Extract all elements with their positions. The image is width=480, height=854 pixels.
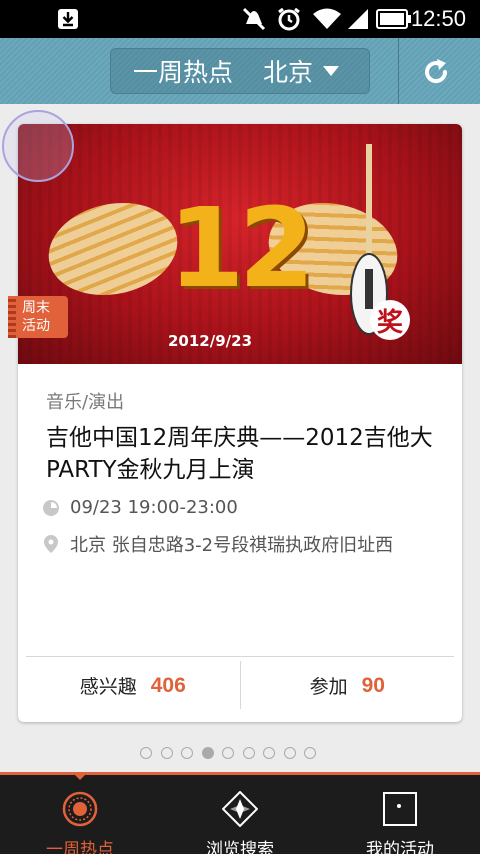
pager-dots bbox=[140, 747, 325, 759]
prize-badge: 奖 bbox=[370, 300, 410, 340]
nav-label-hot: 一周热点 bbox=[46, 840, 114, 854]
weekend-tag: 周末 活动 bbox=[8, 296, 68, 338]
join-button[interactable]: 参加 90 bbox=[241, 657, 455, 714]
pager-dot[interactable] bbox=[160, 747, 173, 759]
bottom-nav: 一周热点 浏览搜索 我的活动 bbox=[0, 772, 480, 854]
poster-number: 12 bbox=[168, 184, 315, 312]
clock-icon bbox=[42, 499, 60, 517]
status-bar: 12:50 bbox=[0, 0, 480, 38]
join-label: 参加 bbox=[309, 676, 348, 698]
compass-icon bbox=[222, 791, 258, 827]
pager-dot[interactable] bbox=[242, 747, 255, 759]
touch-indicator bbox=[2, 110, 74, 182]
pager-dot[interactable] bbox=[283, 747, 296, 759]
pager-dot[interactable] bbox=[222, 747, 234, 759]
weekend-tag-line2: 活动 bbox=[22, 318, 50, 334]
muted-icon bbox=[240, 6, 268, 32]
pager-dot[interactable] bbox=[181, 747, 193, 759]
nav-label-browse: 浏览搜索 bbox=[206, 840, 274, 854]
my-activity-icon bbox=[382, 791, 418, 827]
interested-count: 406 bbox=[150, 673, 186, 697]
event-stats: 感兴趣 406 参加 90 bbox=[26, 656, 454, 714]
nav-item-browse[interactable]: 浏览搜索 bbox=[160, 775, 320, 854]
header-divider bbox=[398, 38, 399, 104]
weekend-tag-line1: 周末 bbox=[22, 300, 50, 316]
city-selector[interactable]: 一周热点 北京 bbox=[110, 48, 370, 94]
hot-icon bbox=[62, 791, 98, 827]
event-category: 音乐/演出 bbox=[46, 392, 125, 413]
interested-label: 感兴趣 bbox=[79, 676, 137, 698]
event-poster[interactable]: 12 2012/9/23 奖 bbox=[18, 124, 462, 364]
location-pin-icon bbox=[42, 535, 60, 553]
refresh-button[interactable] bbox=[416, 52, 456, 92]
event-time-row: 09/23 19:00-23:00 bbox=[42, 497, 238, 518]
dropdown-caret-icon bbox=[323, 66, 340, 76]
event-card[interactable]: 12 2012/9/23 奖 周末 活动 音乐/演出 吉他中国12周年庆典——2… bbox=[8, 124, 462, 722]
city-label: 北京 bbox=[263, 58, 314, 87]
interested-button[interactable]: 感兴趣 406 bbox=[26, 657, 240, 714]
nav-item-hot[interactable]: 一周热点 bbox=[0, 772, 160, 854]
refresh-icon bbox=[425, 59, 448, 84]
status-time: 12:50 bbox=[410, 6, 466, 31]
nav-item-my-activity[interactable]: 我的活动 bbox=[320, 775, 480, 854]
wifi-icon bbox=[312, 6, 342, 32]
pager-dot[interactable] bbox=[304, 747, 316, 759]
signal-icon bbox=[346, 6, 370, 32]
event-time: 09/23 19:00-23:00 bbox=[70, 497, 238, 518]
event-address-row: 北京 张自忠路3-2号段祺瑞执政府旧址西 bbox=[42, 531, 393, 557]
pager-dot[interactable] bbox=[140, 747, 152, 759]
download-icon bbox=[56, 6, 80, 32]
nav-label-my-activity: 我的活动 bbox=[366, 840, 434, 854]
alarm-icon bbox=[276, 6, 302, 32]
pager-dot[interactable] bbox=[263, 747, 275, 759]
app-header: 一周热点 北京 bbox=[0, 38, 480, 104]
battery-icon bbox=[376, 6, 412, 32]
event-address: 北京 张自忠路3-2号段祺瑞执政府旧址西 bbox=[70, 535, 394, 556]
pager-dot[interactable] bbox=[201, 747, 214, 759]
poster-date: 2012/9/23 bbox=[168, 332, 253, 350]
event-title[interactable]: 吉他中国12周年庆典——2012吉他大PARTY金秋九月上演 bbox=[46, 422, 446, 486]
page-title: 一周热点 bbox=[133, 58, 234, 87]
join-count: 90 bbox=[361, 673, 385, 697]
